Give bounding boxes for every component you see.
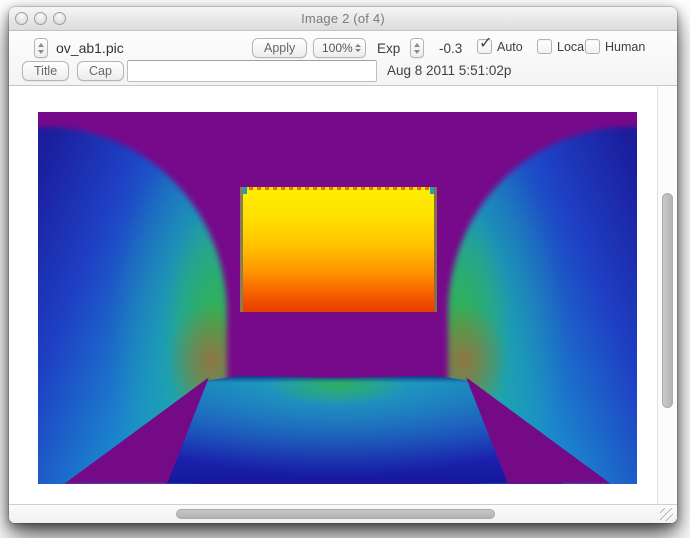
local-checkbox-label: Local [557, 39, 587, 55]
image-stepper[interactable] [34, 38, 48, 58]
toolbar: ov_ab1.pic Apply 100% Exp -0.3 ✓ Auto ✓ … [9, 31, 677, 86]
filename-label: ov_ab1.pic [56, 40, 124, 56]
window-top-noise [243, 187, 434, 190]
auto-checkbox[interactable]: ✓ Auto [477, 39, 523, 55]
vertical-scrollbar-track[interactable] [657, 86, 677, 504]
checkmark-icon: ✓ [479, 35, 492, 51]
window-title: Image 2 (of 4) [9, 7, 677, 30]
caption-input[interactable] [127, 60, 377, 82]
human-checkbox[interactable]: ✓ Human [585, 39, 645, 55]
window-corner-dot [243, 187, 247, 194]
checkbox-box[interactable]: ✓ [477, 39, 492, 54]
window-corner-dot [430, 187, 434, 194]
traffic-lights [15, 12, 66, 25]
vertical-scrollbar-thumb[interactable] [662, 193, 673, 408]
human-checkbox-label: Human [605, 39, 645, 55]
horizontal-scrollbar-thumb[interactable] [176, 509, 495, 519]
auto-checkbox-label: Auto [497, 39, 523, 55]
exposure-stepper[interactable] [410, 38, 424, 58]
title-bar[interactable]: Image 2 (of 4) [9, 7, 677, 31]
zoom-level-value: 100% [322, 41, 353, 55]
resize-grip-icon[interactable] [660, 508, 673, 521]
horizontal-scrollbar-track[interactable] [9, 504, 677, 523]
exposure-value: -0.3 [439, 41, 462, 56]
apply-button[interactable]: Apply [252, 38, 307, 58]
content-area [9, 86, 677, 504]
checkbox-box[interactable]: ✓ [537, 39, 552, 54]
local-checkbox[interactable]: ✓ Local [537, 39, 587, 55]
zoom-button-icon[interactable] [53, 12, 66, 25]
timestamp-label: Aug 8 2011 5:51:02p [387, 63, 511, 78]
bright-window-region [240, 187, 437, 312]
cap-button[interactable]: Cap [77, 61, 124, 81]
checkbox-box[interactable]: ✓ [585, 39, 600, 54]
stepper-down-icon[interactable] [414, 50, 420, 54]
zoom-level-select[interactable]: 100% [313, 38, 366, 58]
stepper-up-icon[interactable] [414, 43, 420, 47]
minimize-button-icon[interactable] [34, 12, 47, 25]
popup-arrows-icon [355, 44, 361, 52]
close-button-icon[interactable] [15, 12, 28, 25]
stepper-down-icon[interactable] [38, 50, 44, 54]
false-color-image[interactable] [38, 112, 637, 484]
exp-label: Exp [377, 41, 400, 56]
stepper-up-icon[interactable] [38, 43, 44, 47]
image-viewer-window: Image 2 (of 4) ov_ab1.pic Apply 100% Exp… [9, 7, 677, 523]
title-button[interactable]: Title [22, 61, 69, 81]
